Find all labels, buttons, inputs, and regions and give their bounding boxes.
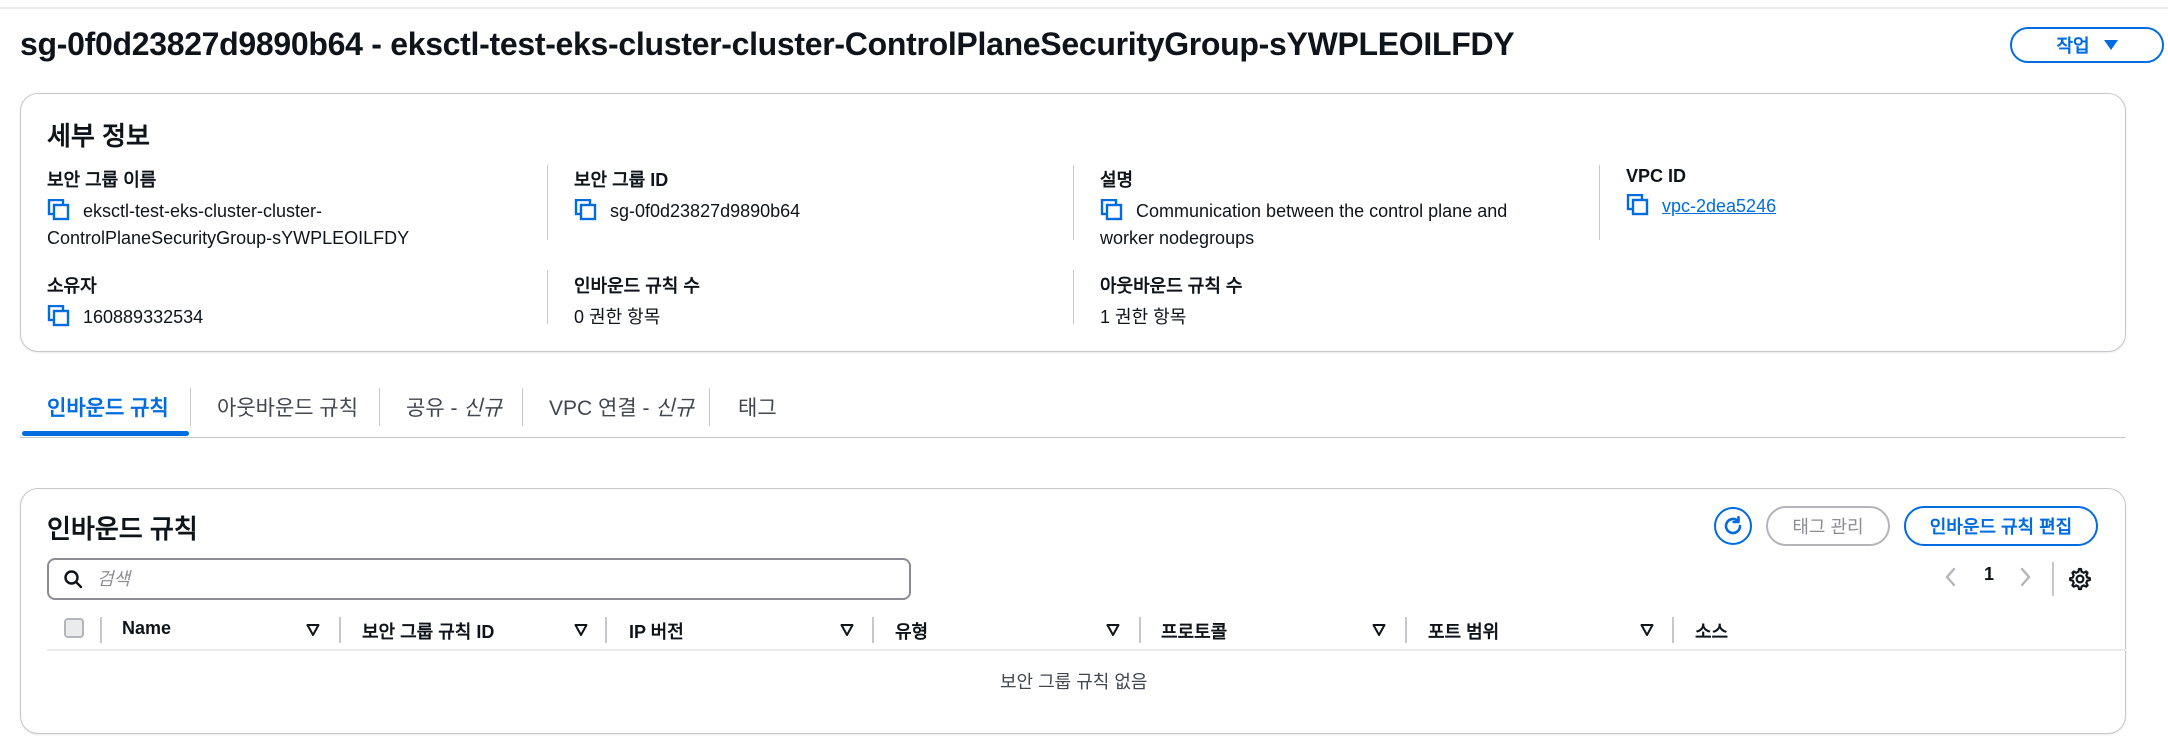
tab-inbound-rules[interactable]: 인바운드 규칙 — [47, 392, 169, 422]
search-icon — [64, 570, 83, 589]
refresh-icon — [1724, 515, 1742, 535]
field-inbound-count: 인바운드 규칙 수 0 권한 항목 — [574, 272, 1054, 331]
copy-icon[interactable] — [47, 198, 71, 221]
details-heading: 세부 정보 — [47, 121, 150, 151]
sort-icon[interactable] — [574, 623, 588, 637]
empty-state-text: 보안 그룹 규칙 없음 — [1000, 672, 1148, 692]
copy-icon[interactable] — [574, 198, 598, 221]
chevron-right-icon[interactable] — [2018, 566, 2032, 588]
vpc-id-link[interactable]: vpc-2dea5246 — [1662, 196, 1776, 216]
tab-new-badge: 신규 — [463, 397, 502, 420]
current-page[interactable]: 1 — [1984, 564, 1994, 585]
page-title: sg-0f0d23827d9890b64 - eksctl-test-eks-c… — [20, 26, 1515, 62]
sort-icon[interactable] — [840, 623, 854, 637]
tab-vpc-associations[interactable]: VPC 연결 - 신규 — [549, 392, 694, 422]
field-outbound-count: 아웃바운드 규칙 수 1 권한 항목 — [1100, 272, 1580, 331]
column-header-type[interactable]: 유형 — [895, 618, 928, 644]
column-divider — [1672, 617, 1674, 643]
refresh-button[interactable] — [1714, 507, 1752, 545]
column-divider — [605, 617, 607, 643]
field-owner: 소유자 160889332534 — [47, 272, 527, 331]
copy-icon[interactable] — [47, 304, 71, 327]
sort-icon[interactable] — [1372, 623, 1386, 637]
field-label: 보안 그룹 ID — [574, 170, 669, 190]
column-header-port-range[interactable]: 포트 범위 — [1428, 618, 1499, 644]
description-value-cont: worker nodegroups — [1100, 228, 1255, 248]
field-vpc-id: VPC ID vpc-2dea5246 — [1626, 166, 2106, 220]
copy-icon[interactable] — [1626, 193, 1650, 216]
manage-tags-button[interactable]: 태그 관리 — [1766, 506, 1890, 546]
column-divider — [1139, 617, 1141, 643]
column-divider — [1405, 617, 1407, 643]
sort-icon[interactable] — [306, 623, 320, 637]
tab-new-badge: 신규 — [655, 397, 694, 420]
column-divider — [1599, 165, 1600, 240]
group-id-value: sg-0f0d23827d9890b64 — [610, 201, 801, 221]
tab-label: 인바운드 규칙 — [47, 397, 169, 420]
inbound-count-value: 0 권한 항목 — [574, 307, 661, 327]
field-group-id: 보안 그룹 ID sg-0f0d23827d9890b64 — [574, 166, 1054, 225]
field-group-name: 보안 그룹 이름 eksctl-test-eks-cluster-cluster… — [47, 166, 527, 252]
caret-down-icon — [2103, 40, 2118, 50]
description-value: Communication between the control plane … — [1136, 201, 1508, 221]
column-divider — [547, 165, 548, 240]
column-header-protocol[interactable]: 프로토콜 — [1161, 618, 1227, 644]
column-header-ip-version[interactable]: IP 버전 — [629, 618, 684, 644]
details-panel: 세부 정보 보안 그룹 이름 eksctl-test-eks-cluster-c… — [20, 93, 2126, 352]
chevron-left-icon[interactable] — [1944, 566, 1958, 588]
tab-label: 공유 - — [406, 397, 464, 420]
search-input[interactable] — [95, 567, 879, 591]
sort-icon[interactable] — [1106, 623, 1120, 637]
settings-gear-icon[interactable] — [2068, 567, 2092, 591]
tab-separator — [522, 388, 523, 426]
actions-dropdown-button[interactable]: 작업 — [2010, 27, 2164, 63]
edit-inbound-rules-label: 인바운드 규칙 편집 — [1929, 517, 2073, 537]
group-name-value-cont: ControlPlaneSecurityGroup-sYWPLEOILFDY — [47, 228, 410, 248]
tabs-divider — [20, 437, 2126, 438]
field-label: 설명 — [1100, 170, 1134, 190]
field-label: 소유자 — [47, 276, 97, 296]
field-label: 아웃바운드 규칙 수 — [1100, 276, 1243, 296]
tab-separator — [190, 388, 191, 426]
tab-label: VPC 연결 - — [549, 397, 656, 420]
copy-icon[interactable] — [1100, 198, 1124, 221]
column-divider — [100, 617, 102, 643]
column-divider — [1073, 165, 1074, 240]
tab-outbound-rules[interactable]: 아웃바운드 규칙 — [217, 392, 358, 422]
owner-value: 160889332534 — [83, 307, 204, 327]
group-name-value: eksctl-test-eks-cluster-cluster- — [83, 201, 323, 221]
column-divider — [547, 270, 548, 324]
tab-label: 아웃바운드 규칙 — [217, 397, 359, 420]
column-header-name[interactable]: Name — [122, 618, 171, 639]
field-label: 인바운드 규칙 수 — [574, 276, 700, 296]
tab-label: 태그 — [738, 397, 777, 420]
active-tab-indicator — [22, 431, 189, 436]
column-header-rule-id[interactable]: 보안 그룹 규칙 ID — [362, 618, 494, 644]
sort-icon[interactable] — [1640, 623, 1654, 637]
column-header-source[interactable]: 소스 — [1695, 618, 1728, 644]
pager-divider — [2052, 562, 2054, 596]
column-divider — [1073, 270, 1074, 324]
inbound-rules-heading: 인바운드 규칙 — [47, 514, 198, 544]
manage-tags-label: 태그 관리 — [1792, 517, 1864, 537]
tab-sharing[interactable]: 공유 - 신규 — [406, 392, 502, 422]
field-label: 보안 그룹 이름 — [47, 170, 157, 190]
actions-button-label: 작업 — [2056, 36, 2090, 56]
column-divider — [339, 617, 341, 643]
column-divider — [872, 617, 874, 643]
top-divider — [0, 7, 2168, 9]
field-label: VPC ID — [1626, 166, 1687, 186]
tab-tags[interactable]: 태그 — [738, 392, 777, 422]
outbound-count-value: 1 권한 항목 — [1100, 307, 1187, 327]
select-all-checkbox[interactable] — [64, 618, 84, 638]
tab-separator — [709, 388, 710, 426]
tab-separator — [379, 388, 380, 426]
search-field[interactable] — [47, 558, 911, 600]
edit-inbound-rules-button[interactable]: 인바운드 규칙 편집 — [1904, 506, 2098, 546]
table-header-divider — [47, 649, 2126, 651]
field-description: 설명 Communication between the control pla… — [1100, 166, 1590, 252]
